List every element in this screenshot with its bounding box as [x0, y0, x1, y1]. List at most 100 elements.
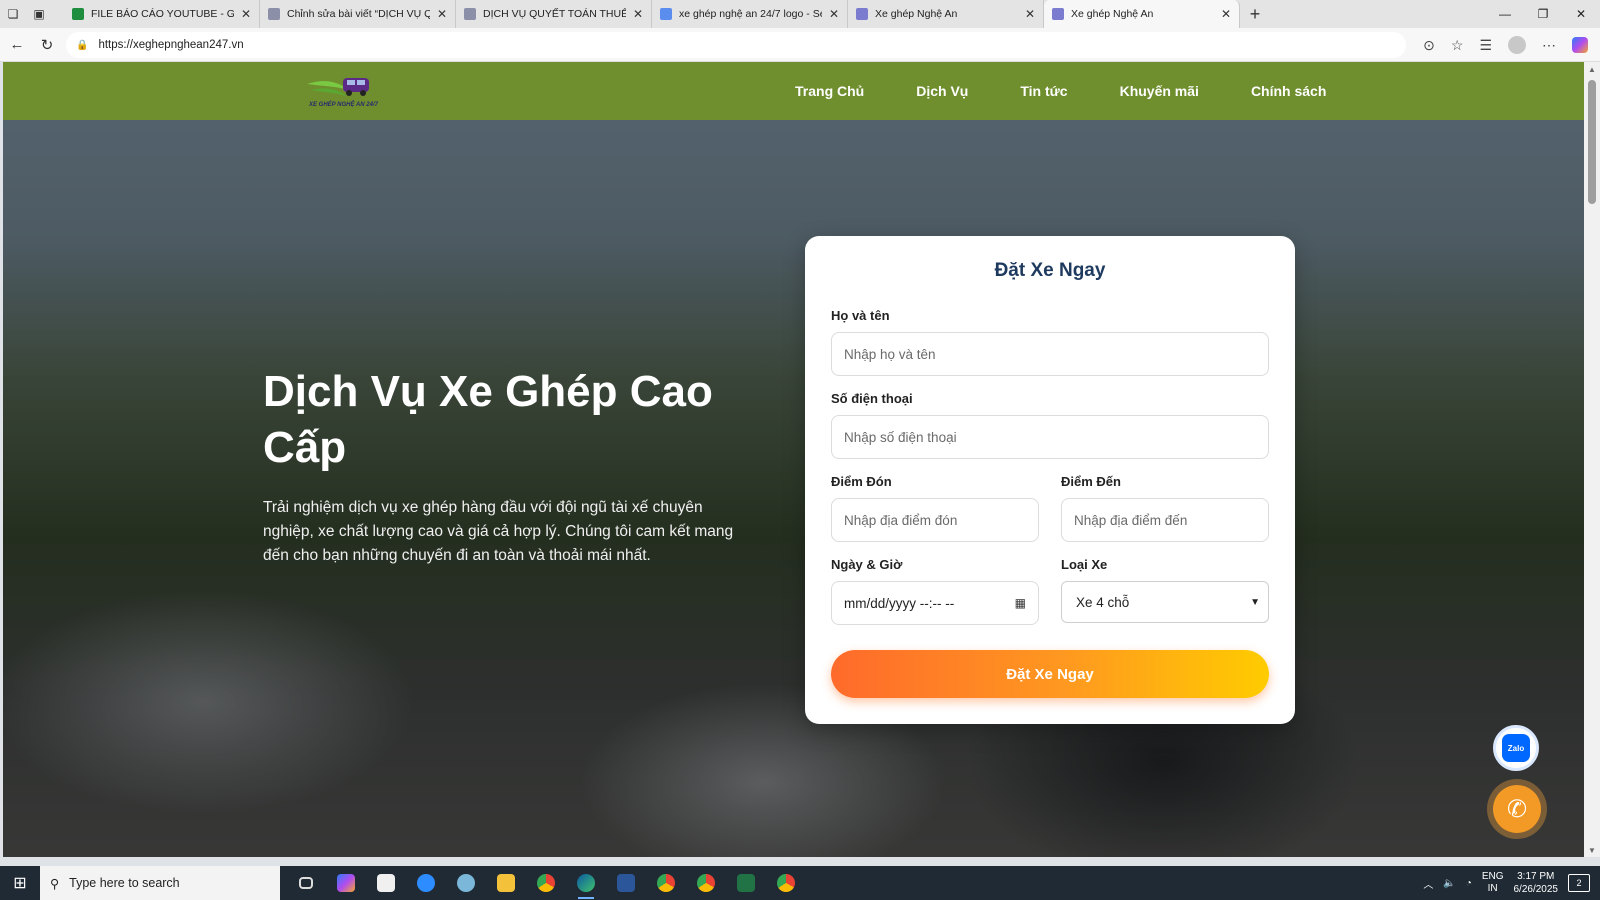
- chrome-icon[interactable]: [526, 866, 566, 900]
- datetime-label: Ngày & Giờ: [831, 557, 903, 572]
- more-menu-icon[interactable]: ⋯: [1542, 37, 1556, 54]
- hero-title: Dịch Vụ Xe Ghép Cao Cấp: [263, 367, 713, 472]
- new-tab-button[interactable]: +: [1240, 0, 1270, 28]
- taskbar-clock[interactable]: 3:17 PM 6/26/2025: [1514, 870, 1559, 896]
- datetime-input[interactable]: mm/dd/yyyy --:-- -- ▦: [831, 581, 1039, 625]
- clock-date: 6/26/2025: [1513, 884, 1559, 895]
- dropoff-label: Điểm Đến: [1061, 474, 1121, 489]
- favorite-star-icon[interactable]: ☆: [1451, 37, 1464, 54]
- tab-favicon-icon: [268, 8, 280, 20]
- menu-item-home[interactable]: Trang Chủ: [795, 83, 864, 99]
- scroll-up-arrow[interactable]: ▲: [1584, 62, 1600, 76]
- browser-tab[interactable]: DỊCH VỤ QUYẾT TOÁN THUẾ DOA ✕: [456, 0, 652, 28]
- taskbar-search[interactable]: ⚲ Type here to search: [40, 866, 280, 900]
- calendar-icon[interactable]: ▦: [1015, 596, 1026, 610]
- zalo-chat-button[interactable]: Zalo: [1493, 725, 1539, 771]
- minimize-button[interactable]: —: [1486, 0, 1524, 28]
- chrome-profile-2-icon[interactable]: [686, 866, 726, 900]
- network-icon[interactable]: ◔: [1466, 878, 1472, 889]
- copilot-icon[interactable]: [1572, 37, 1588, 53]
- pickup-label: Điểm Đón: [831, 474, 892, 489]
- tab-close-icon[interactable]: ✕: [241, 7, 251, 21]
- browser-tab[interactable]: Chỉnh sửa bài viết “DỊCH VỤ QUY ✕: [260, 0, 456, 28]
- vehicle-label: Loại Xe: [1061, 557, 1108, 572]
- tray-chevron-icon[interactable]: ︿: [1423, 876, 1433, 891]
- dropoff-input[interactable]: [1061, 498, 1269, 542]
- vehicle-selected-value: Xe 4 chỗ: [1076, 594, 1130, 610]
- menu-item-promotions[interactable]: Khuyến mãi: [1120, 83, 1199, 99]
- site-logo[interactable]: [305, 68, 385, 116]
- task-view-icon[interactable]: [286, 866, 326, 900]
- phone-input[interactable]: [831, 415, 1269, 459]
- logo-text: XE GHÉP NGHỆ AN 24/7: [309, 102, 378, 108]
- tab-close-icon[interactable]: ✕: [829, 7, 839, 21]
- notifications-icon[interactable]: 2: [1568, 874, 1590, 892]
- menu-item-news[interactable]: Tin tức: [1020, 83, 1067, 99]
- refresh-button[interactable]: ↻: [32, 30, 62, 60]
- edge-icon[interactable]: [566, 866, 606, 900]
- url-field[interactable]: 🔒 https://xeghepnghean247.vn: [66, 32, 1406, 58]
- tab-title: Xe ghép Nghệ An: [875, 8, 958, 20]
- excel-icon[interactable]: [726, 866, 766, 900]
- tab-favicon-icon: [856, 8, 868, 20]
- scrollbar-thumb[interactable]: [1588, 80, 1596, 204]
- language-indicator[interactable]: ENG IN: [1482, 871, 1504, 895]
- pickup-input[interactable]: [831, 498, 1039, 542]
- vehicle-select[interactable]: Xe 4 chỗ ▼: [1061, 581, 1269, 623]
- maximize-button[interactable]: ❐: [1524, 0, 1562, 28]
- site-header: XE GHÉP NGHỆ AN 24/7 Trang Chủ Dịch Vụ T…: [3, 62, 1584, 120]
- url-text: https://xeghepnghean247.vn: [98, 39, 244, 51]
- zalo-icon: Zalo: [1502, 734, 1530, 762]
- tab-close-icon[interactable]: ✕: [437, 7, 447, 21]
- book-now-button[interactable]: Đặt Xe Ngay: [831, 650, 1269, 698]
- volume-icon[interactable]: 🔈: [1443, 878, 1455, 889]
- copilot-app-icon[interactable]: [326, 866, 366, 900]
- start-button[interactable]: ⊞: [0, 866, 40, 900]
- keyboard-layout: IN: [1487, 883, 1498, 894]
- tab-favicon-icon: [1052, 8, 1064, 20]
- workspaces-icon[interactable]: ❏: [0, 0, 26, 28]
- datetime-value: mm/dd/yyyy --:-- --: [844, 595, 955, 611]
- unknown-app-icon[interactable]: [446, 866, 486, 900]
- menu-item-policy[interactable]: Chính sách: [1251, 83, 1326, 99]
- file-explorer-icon[interactable]: [486, 866, 526, 900]
- tab-actions-icon[interactable]: ▣: [26, 0, 52, 28]
- browser-tab[interactable]: Xe ghép Nghệ An ✕: [1044, 0, 1240, 28]
- lock-icon: 🔒: [76, 39, 89, 51]
- chrome-profile-icon[interactable]: [646, 866, 686, 900]
- tab-title: xe ghép nghệ an 24/7 logo - Sear: [679, 8, 822, 20]
- address-bar: ← ↻ 🔒 https://xeghepnghean247.vn ⊙ ☆ ☰ ⋯: [0, 28, 1600, 62]
- call-button[interactable]: ✆: [1487, 779, 1547, 839]
- tab-close-icon[interactable]: ✕: [1025, 7, 1035, 21]
- tab-close-icon[interactable]: ✕: [1221, 7, 1231, 21]
- booking-form-card: Đặt Xe Ngay Họ và tên Số điện thoại Điểm…: [805, 236, 1295, 724]
- scroll-down-arrow[interactable]: ▼: [1584, 843, 1600, 857]
- window-controls: — ❐ ✕: [1486, 0, 1600, 28]
- close-window-button[interactable]: ✕: [1562, 0, 1600, 28]
- chrome-profile-3-icon[interactable]: [766, 866, 806, 900]
- browser-tab[interactable]: Xe ghép Nghệ An ✕: [848, 0, 1044, 28]
- tab-title: FILE BÁO CÁO YOUTUBE - Google: [91, 8, 234, 20]
- windows-taskbar: ⊞ ⚲ Type here to search ︿ 🔈 ◔ ENG IN 3:1…: [0, 866, 1600, 900]
- page-scrollbar[interactable]: ▲ ▼: [1584, 62, 1600, 857]
- chevron-down-icon: ▼: [1250, 596, 1260, 608]
- profile-avatar[interactable]: [1508, 36, 1526, 54]
- phone-label: Số điện thoại: [831, 391, 913, 406]
- menu-item-services[interactable]: Dịch Vụ: [916, 83, 968, 99]
- word-icon[interactable]: [606, 866, 646, 900]
- page-viewport: XE GHÉP NGHỆ AN 24/7 Trang Chủ Dịch Vụ T…: [3, 62, 1584, 857]
- system-tray: ︿ 🔈 ◔ ENG IN 3:17 PM 6/26/2025 2: [1423, 866, 1600, 900]
- hero-overlay: [3, 62, 1584, 857]
- reading-mode-icon[interactable]: ⊙: [1423, 37, 1435, 54]
- store-app-icon[interactable]: [366, 866, 406, 900]
- name-input[interactable]: [831, 332, 1269, 376]
- favorites-icon[interactable]: ☰: [1479, 37, 1492, 54]
- browser-tab[interactable]: xe ghép nghệ an 24/7 logo - Sear ✕: [652, 0, 848, 28]
- taskbar-apps: [286, 866, 806, 900]
- zoom-app-icon[interactable]: [406, 866, 446, 900]
- tab-close-icon[interactable]: ✕: [633, 7, 643, 21]
- back-button[interactable]: ←: [2, 30, 32, 60]
- browser-tab[interactable]: FILE BÁO CÁO YOUTUBE - Google ✕: [64, 0, 260, 28]
- notification-count: 2: [1576, 878, 1582, 888]
- address-bar-icons: ⊙ ☆ ☰ ⋯: [1423, 32, 1588, 58]
